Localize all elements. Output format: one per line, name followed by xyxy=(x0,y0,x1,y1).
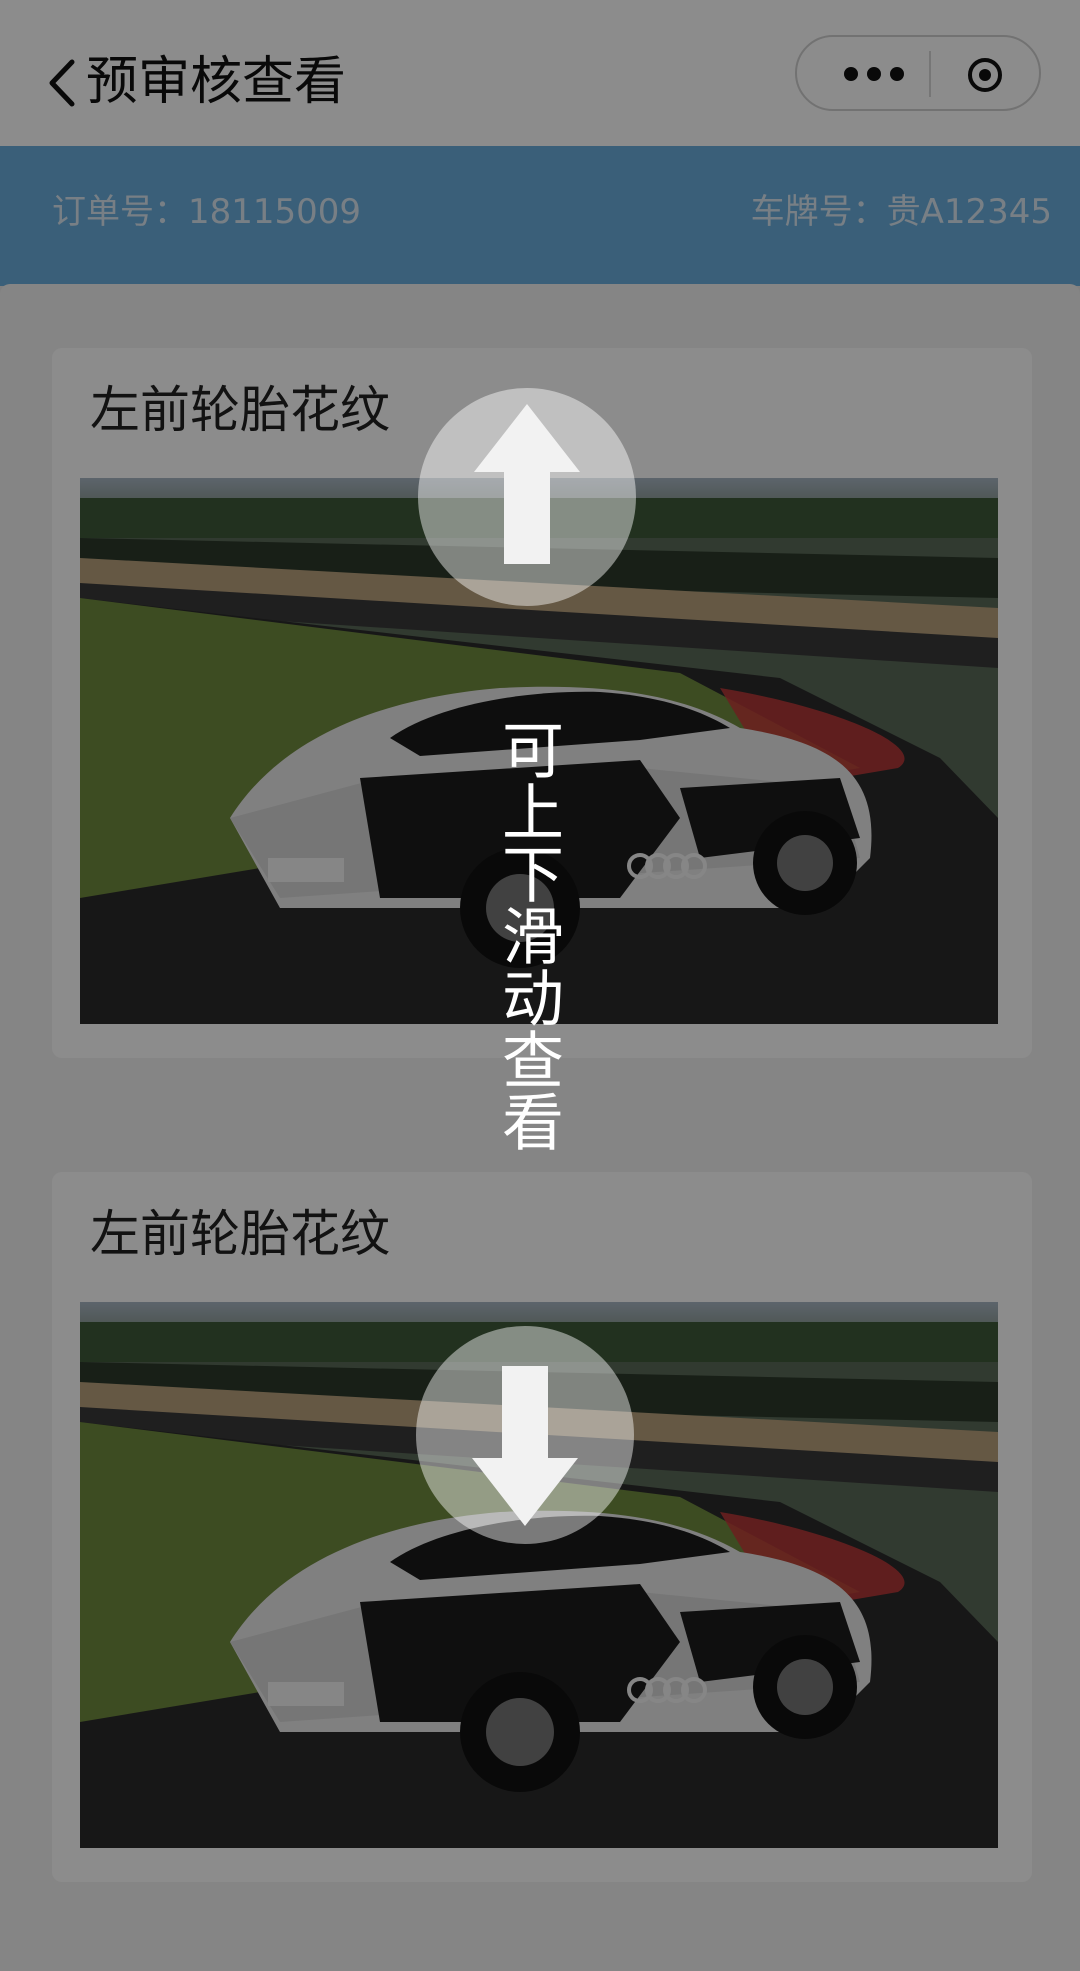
scroll-guide-overlay[interactable]: 可上下滑动查看 xyxy=(0,0,1080,1971)
scroll-hint-text: 可上下滑动查看 xyxy=(491,718,564,1152)
arrow-up-icon xyxy=(474,404,580,564)
scroll-up-indicator xyxy=(418,388,636,606)
scroll-down-indicator xyxy=(416,1326,634,1544)
arrow-down-icon xyxy=(472,1366,578,1526)
